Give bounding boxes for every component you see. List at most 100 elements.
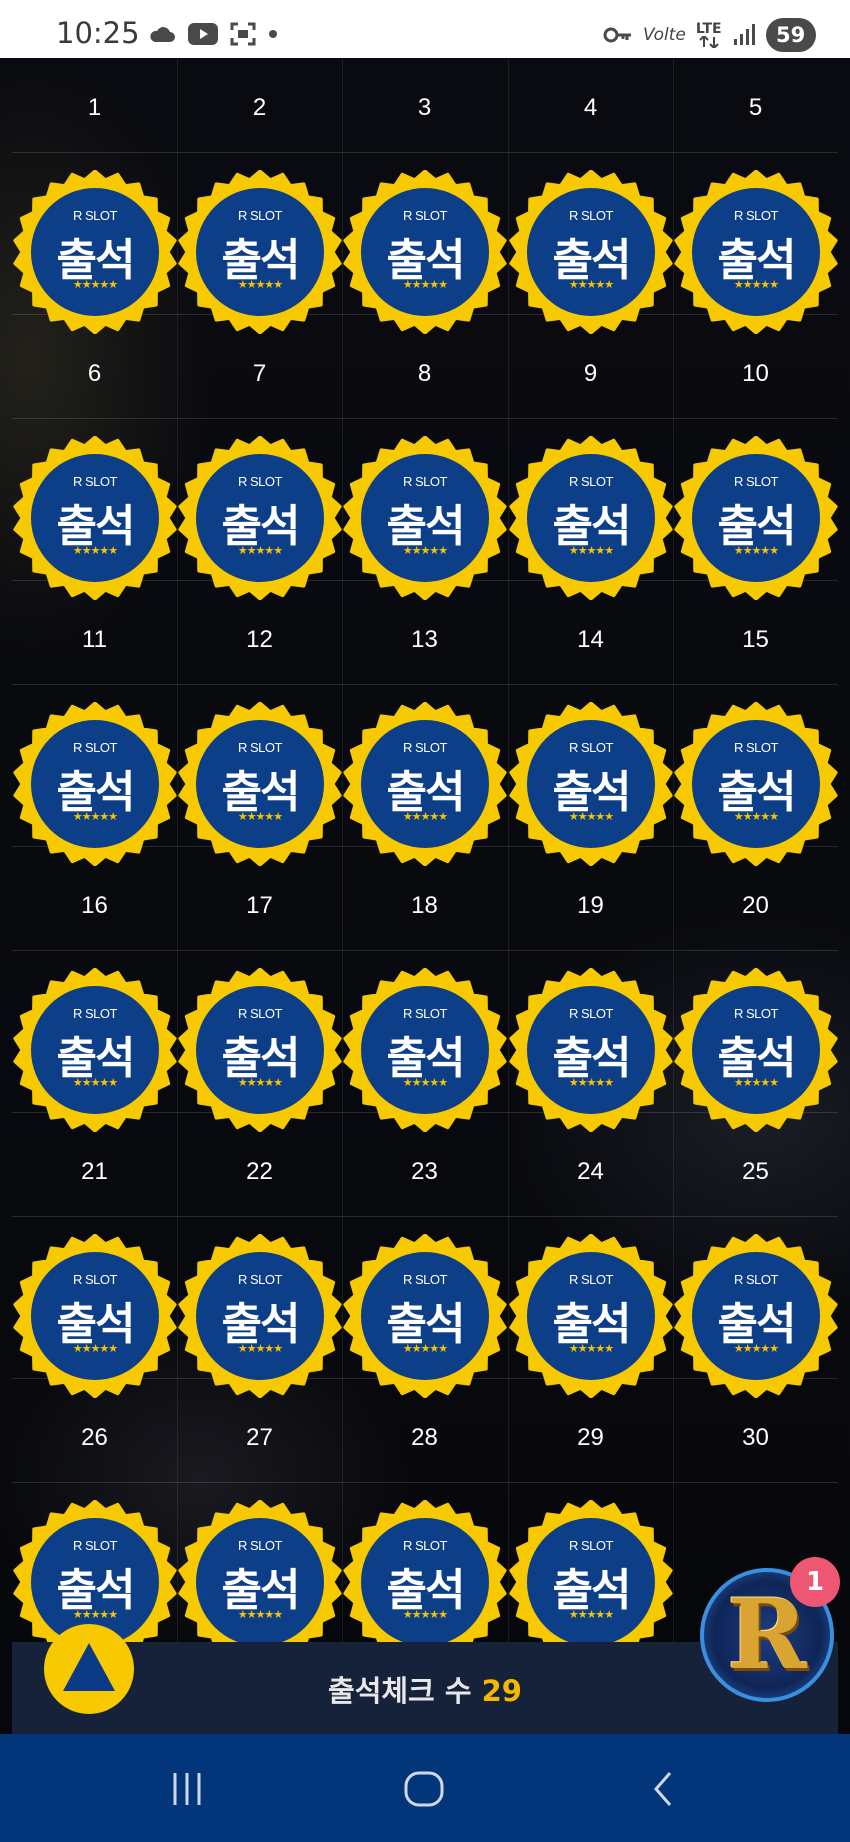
recents-icon [173,1773,201,1805]
attendance-stamp-badge: R SLOT 출석 ★★★★★ [178,170,342,334]
attendance-stamp-badge: R SLOT 출석 ★★★★★ [13,170,177,334]
badge-stars: ★★★★★ [237,1342,283,1355]
attendance-stamp-badge: R SLOT 출석 ★★★★★ [509,170,673,334]
badge-stars: ★★★★★ [402,810,448,823]
attendance-stamp-badge: R SLOT 출석 ★★★★★ [509,436,673,600]
day-number: 15 [742,626,769,653]
row-divider [12,418,838,419]
badge-brand: R SLOT [734,474,778,489]
attendance-stamp-badge: R SLOT 출석 ★★★★★ [343,436,507,600]
dot-icon [268,29,278,39]
badge-stars: ★★★★★ [237,544,283,557]
home-button[interactable] [394,1766,454,1812]
badge-stars: ★★★★★ [568,1608,614,1621]
day-number: 25 [742,1158,769,1185]
lte-icon: LTE [696,22,722,48]
attendance-stamp-badge: R SLOT 출석 ★★★★★ [509,1234,673,1398]
row-divider [12,152,838,153]
badge-stars: ★★★★★ [237,1608,283,1621]
attendance-stamp-badge: R SLOT 출석 ★★★★★ [509,968,673,1132]
badge-brand: R SLOT [73,740,117,755]
badge-stars: ★★★★★ [72,1342,118,1355]
attendance-stamp-badge: R SLOT 출석 ★★★★★ [674,436,838,600]
r-logo: R [727,1578,807,1691]
status-bar: 10:25 Volte LTE 59 [0,0,850,58]
badge-brand: R SLOT [403,474,447,489]
badge-stars: ★★★★★ [733,1076,779,1089]
day-number: 17 [246,892,273,919]
home-icon [404,1771,444,1807]
badge-stars: ★★★★★ [568,1076,614,1089]
badge-stars: ★★★★★ [568,278,614,291]
badge-stars: ★★★★★ [402,278,448,291]
attendance-count-label: 출석체크 수 [328,1674,472,1708]
notification-badge: 1 [790,1557,840,1607]
attendance-stamp-badge: R SLOT 출석 ★★★★★ [13,968,177,1132]
badge-stars: ★★★★★ [568,1342,614,1355]
badge-brand: R SLOT [73,1538,117,1553]
attendance-stamp-badge: R SLOT 출석 ★★★★★ [178,436,342,600]
badge-brand: R SLOT [403,1538,447,1553]
attendance-stamp-badge: R SLOT 출석 ★★★★★ [178,968,342,1132]
day-number: 20 [742,892,769,919]
attendance-stamp-badge: R SLOT 출석 ★★★★★ [674,1234,838,1398]
back-button[interactable] [633,1766,693,1812]
badge-stars: ★★★★★ [402,1342,448,1355]
row-divider [12,684,838,685]
badge-stars: ★★★★★ [402,1608,448,1621]
row-divider [12,1216,838,1217]
scroll-top-button[interactable] [44,1624,134,1714]
day-number: 5 [748,94,763,121]
attendance-count-value: 29 [481,1674,522,1708]
badge-stars: ★★★★★ [402,1076,448,1089]
attendance-stamp-badge: R SLOT 출석 ★★★★★ [674,170,838,334]
status-time: 10:25 [56,16,140,50]
badge-brand: R SLOT [238,208,282,223]
triangle-up-icon [63,1643,115,1691]
day-number: 24 [577,1158,604,1185]
badge-stars: ★★★★★ [72,544,118,557]
screenshot-icon [230,22,256,46]
day-number: 21 [81,1158,108,1185]
day-number: 10 [742,360,769,387]
day-number: 29 [577,1424,604,1451]
badge-brand: R SLOT [569,1272,613,1287]
status-right-icons: Volte LTE 59 [603,18,816,52]
battery-indicator: 59 [765,18,816,52]
attendance-stamp-badge: R SLOT 출석 ★★★★★ [509,702,673,866]
attendance-stamp-badge: R SLOT 출석 ★★★★★ [674,702,838,866]
back-icon [654,1772,672,1806]
row-divider [12,950,838,951]
attendance-stamp-badge: R SLOT 출석 ★★★★★ [13,702,177,866]
signal-icon [732,23,756,47]
status-left-icons [148,22,278,46]
recents-button[interactable] [157,1766,217,1812]
day-number: 11 [82,626,107,653]
badge-brand: R SLOT [73,1272,117,1287]
day-number: 26 [81,1424,108,1451]
attendance-stamp-badge: R SLOT 출석 ★★★★★ [343,1500,507,1664]
badge-brand: R SLOT [238,474,282,489]
row-divider [12,1482,838,1483]
day-number: 7 [252,360,267,387]
badge-stars: ★★★★★ [402,544,448,557]
day-number: 16 [81,892,108,919]
badge-stars: ★★★★★ [72,1076,118,1089]
volte-icon: Volte [643,25,686,45]
attendance-stamp-badge: R SLOT 출석 ★★★★★ [674,968,838,1132]
badge-stars: ★★★★★ [568,544,614,557]
day-number: 6 [87,360,102,387]
badge-stars: ★★★★★ [72,1608,118,1621]
badge-brand: R SLOT [734,208,778,223]
badge-brand: R SLOT [238,740,282,755]
day-number: 23 [411,1158,438,1185]
day-number: 1 [87,94,102,121]
badge-stars: ★★★★★ [237,810,283,823]
cloud-icon [148,25,176,43]
badge-stars: ★★★★★ [237,278,283,291]
day-number: 13 [411,626,438,653]
badge-brand: R SLOT [238,1006,282,1021]
day-number: 3 [417,94,432,121]
youtube-icon [188,23,218,45]
day-number: 19 [577,892,604,919]
